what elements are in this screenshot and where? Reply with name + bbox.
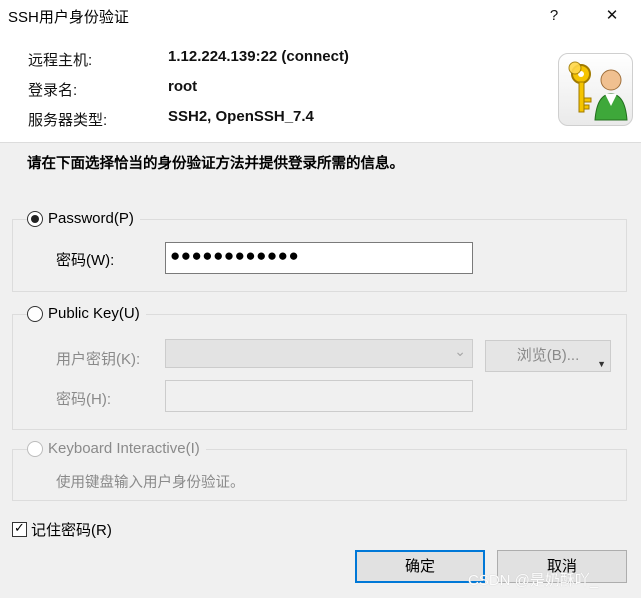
keyboard-interactive-label: Keyboard Interactive(I) — [48, 440, 200, 457]
chevron-down-icon: ⌄ — [454, 343, 466, 359]
public-key-option[interactable]: Public Key(U) — [27, 305, 146, 322]
password-radio[interactable] — [27, 210, 43, 227]
dropdown-arrow-icon: ▼ — [597, 359, 606, 369]
public-key-option-label: Public Key(U) — [48, 305, 140, 322]
remember-password[interactable]: ✓ 记住密码(R) — [12, 519, 112, 540]
login-name-value: root — [168, 78, 198, 95]
help-button[interactable]: ? — [542, 5, 566, 27]
password-field-label: 密码(W): — [56, 252, 115, 269]
close-button[interactable]: ✕ — [600, 5, 624, 27]
user-key-label: 用户密钥(K): — [56, 351, 141, 368]
keyboard-interactive-radio[interactable] — [27, 440, 43, 457]
remote-host-value: 1.12.224.139:22 (connect) — [168, 48, 349, 65]
checkmark-icon: ✓ — [14, 520, 25, 535]
remember-password-label: 记住密码(R) — [31, 522, 112, 539]
key-user-icon — [558, 53, 633, 126]
login-name-label: 登录名: — [28, 82, 78, 99]
ok-button[interactable]: 确定 — [355, 550, 485, 583]
public-key-radio[interactable] — [27, 305, 43, 322]
user-key-select[interactable]: ⌄ — [165, 339, 473, 368]
keyboard-interactive-option[interactable]: Keyboard Interactive(I) — [27, 440, 206, 457]
browse-button-label: 浏览(B)... — [516, 347, 580, 364]
server-type-label: 服务器类型: — [28, 112, 108, 129]
password-masked-value: ●●●●●●●●●●●● — [170, 246, 300, 265]
remote-host-label: 远程主机: — [28, 52, 93, 69]
remember-password-checkbox[interactable]: ✓ — [12, 520, 27, 537]
keyboard-interactive-description: 使用键盘输入用户身份验证。 — [56, 475, 245, 491]
key-passphrase-field[interactable] — [165, 380, 473, 412]
password-option[interactable]: Password(P) — [27, 210, 140, 227]
public-key-group — [12, 314, 627, 430]
instruction-text: 请在下面选择恰当的身份验证方法并提供登录所需的信息。 — [27, 156, 404, 172]
server-type-value: SSH2, OpenSSH_7.4 — [168, 108, 314, 125]
watermark-text: CSDN @是奶酥吖_ — [468, 572, 599, 589]
browse-button[interactable]: 浏览(B)... ▼ — [485, 340, 611, 372]
password-option-label: Password(P) — [48, 210, 134, 227]
window-title: SSH用户身份验证 — [8, 9, 129, 26]
title-bar: SSH用户身份验证 ? ✕ — [0, 0, 641, 34]
key-passphrase-label: 密码(H): — [56, 391, 111, 408]
